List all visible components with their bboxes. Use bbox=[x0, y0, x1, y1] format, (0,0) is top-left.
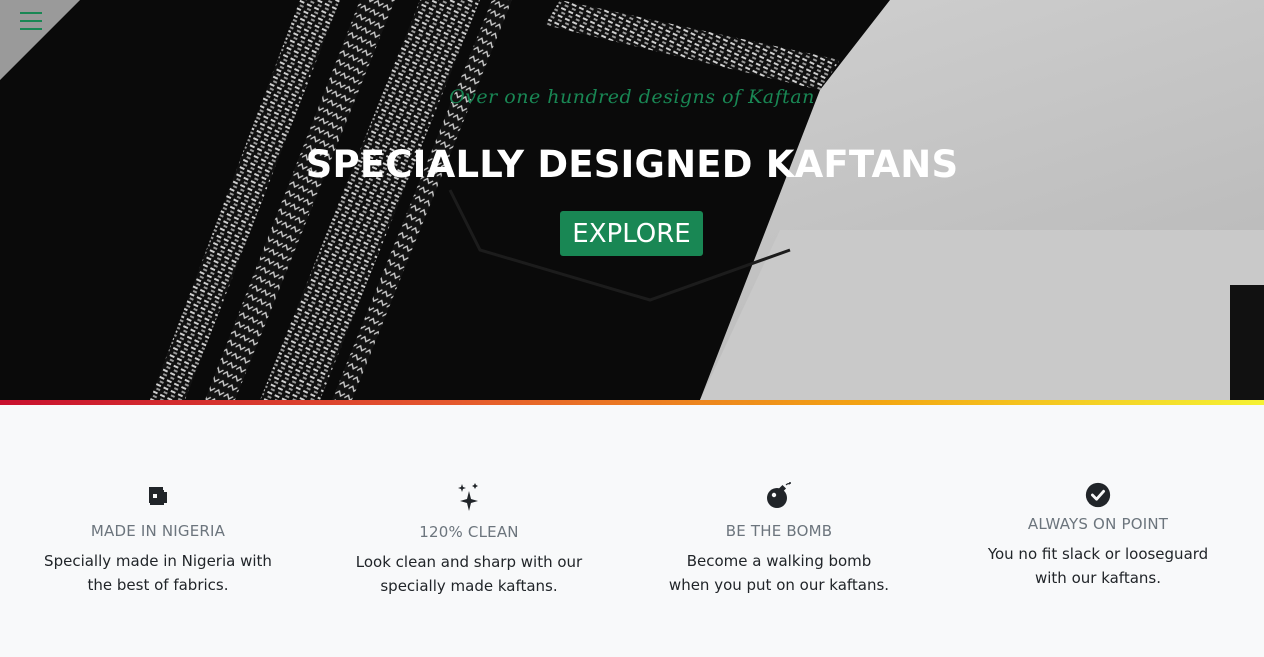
feature-title: MADE IN NIGERIA bbox=[90, 522, 226, 540]
feature-always-on-point: ALWAYS ON POINT You no fit slack or loos… bbox=[940, 481, 1256, 590]
feature-title: 120% CLEAN bbox=[419, 523, 519, 541]
feature-text-line1: Look clean and sharp with our bbox=[355, 553, 583, 571]
hero-headline: SPECIALLY DESIGNED KAFTANS bbox=[305, 143, 959, 186]
check-circle-icon bbox=[1085, 482, 1111, 508]
feature-text-line2: with our kaftans. bbox=[1034, 569, 1161, 587]
feature-text-line1: You no fit slack or looseguard bbox=[987, 545, 1209, 563]
hero-tagline: Over one hundred designs of Kaftan bbox=[449, 86, 815, 108]
bomb-icon bbox=[767, 482, 791, 508]
hamburger-menu-icon[interactable] bbox=[20, 12, 44, 32]
sewing-machine-icon bbox=[149, 487, 167, 505]
color-stripe-divider bbox=[0, 400, 1264, 405]
explore-button[interactable]: EXPLORE bbox=[560, 211, 703, 256]
feature-text-line2: specially made kaftans. bbox=[380, 577, 558, 595]
sparkles-icon bbox=[458, 483, 478, 511]
feature-text-line1: Become a walking bomb bbox=[686, 552, 872, 570]
feature-text-line2: the best of fabrics. bbox=[87, 576, 229, 594]
hero-background-image bbox=[0, 0, 1264, 400]
feature-120-clean: 120% CLEAN Look clean and sharp with our… bbox=[311, 481, 627, 598]
feature-title: BE THE BOMB bbox=[725, 522, 833, 540]
feature-title: ALWAYS ON POINT bbox=[1027, 515, 1169, 533]
hero-section: Over one hundred designs of Kaftan SPECI… bbox=[0, 0, 1264, 400]
feature-be-the-bomb: BE THE BOMB Become a walking bomb when y… bbox=[621, 480, 937, 597]
feature-text-line2: when you put on our kaftans. bbox=[668, 576, 890, 594]
feature-text-line1: Specially made in Nigeria with bbox=[44, 552, 272, 570]
feature-made-in-nigeria: MADE IN NIGERIA Specially made in Nigeri… bbox=[0, 480, 316, 597]
